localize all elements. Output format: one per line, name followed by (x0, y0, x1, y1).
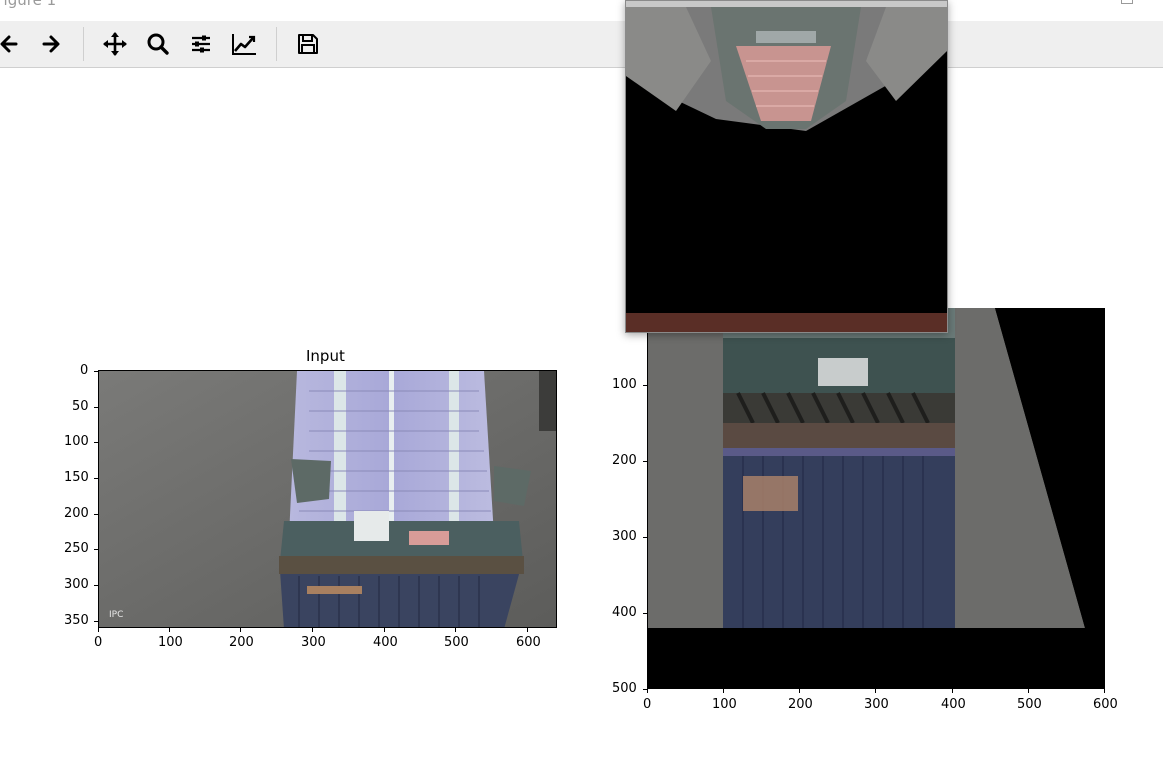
x-tick-label: 300 (301, 635, 326, 650)
y-tick-label: 250 (64, 541, 89, 556)
y-tick-label: 150 (64, 470, 89, 485)
y-tick (643, 613, 647, 614)
right-plot-image (647, 308, 1105, 689)
magnifier-icon (147, 33, 169, 55)
y-tick (94, 621, 98, 622)
zoom-button[interactable] (143, 29, 173, 59)
x-tick-label: 600 (516, 635, 541, 650)
x-tick (875, 689, 876, 693)
x-tick (169, 628, 170, 632)
x-tick (799, 689, 800, 693)
y-tick-label: 100 (64, 434, 89, 449)
y-tick-label: 200 (612, 453, 637, 468)
y-tick-label: 300 (64, 577, 89, 592)
pan-button[interactable] (100, 29, 130, 59)
line-chart-icon (232, 34, 256, 55)
x-tick (723, 689, 724, 693)
y-tick-label: 350 (64, 613, 89, 628)
y-tick (94, 478, 98, 479)
y-tick-label: 500 (612, 681, 637, 696)
y-tick (94, 407, 98, 408)
y-tick (94, 585, 98, 586)
y-tick (643, 689, 647, 690)
x-tick (455, 628, 456, 632)
maximize-button[interactable] (1121, 0, 1133, 4)
y-tick-label: 200 (64, 506, 89, 521)
left-plot-title: Input (306, 347, 345, 365)
x-tick (98, 628, 99, 632)
move-icon (103, 32, 127, 56)
x-tick-label: 300 (864, 697, 889, 712)
save-button[interactable] (293, 29, 323, 59)
left-plot-image: IPC (98, 370, 557, 628)
x-tick-label: 0 (643, 697, 652, 712)
input-photo: IPC (99, 371, 556, 627)
x-tick (240, 628, 241, 632)
preview-image (626, 1, 947, 332)
x-tick-label: 100 (712, 697, 737, 712)
forward-button[interactable] (36, 29, 66, 59)
y-tick (94, 442, 98, 443)
x-tick-label: 0 (94, 635, 103, 650)
x-tick (1104, 689, 1105, 693)
x-tick-label: 400 (941, 697, 966, 712)
y-tick (643, 461, 647, 462)
arrow-left-icon (0, 35, 18, 53)
x-tick-label: 400 (373, 635, 398, 650)
y-tick (94, 549, 98, 550)
x-tick (1028, 689, 1029, 693)
left-plot-watermark: IPC (109, 610, 123, 620)
sliders-icon (192, 35, 210, 53)
x-tick-label: 500 (1017, 697, 1042, 712)
y-tick-label: 100 (612, 377, 637, 392)
y-tick-label: 0 (80, 363, 89, 378)
arrow-right-icon (42, 35, 60, 53)
x-tick (647, 689, 648, 693)
x-tick-label: 200 (788, 697, 813, 712)
x-tick-label: 600 (1093, 697, 1118, 712)
y-tick (643, 537, 647, 538)
x-tick-label: 500 (444, 635, 469, 650)
edit-axes-button[interactable] (229, 29, 259, 59)
y-tick (94, 514, 98, 515)
toolbar-separator (276, 27, 277, 61)
back-button[interactable] (0, 29, 24, 59)
x-tick (527, 628, 528, 632)
floppy-disk-icon (298, 34, 318, 54)
x-tick-label: 100 (158, 635, 183, 650)
toolbar-separator (83, 27, 84, 61)
subplots-button[interactable] (186, 29, 216, 59)
window-title: Figure 1 (0, 0, 57, 9)
y-tick-label: 50 (72, 399, 89, 414)
y-tick-label: 300 (612, 529, 637, 544)
x-tick (952, 689, 953, 693)
y-tick (94, 371, 98, 372)
toolbar (0, 21, 1163, 68)
x-tick (312, 628, 313, 632)
window-titlebar: Figure 1 (0, 0, 1163, 21)
preview-window[interactable] (625, 0, 948, 333)
warped-photo (648, 308, 1105, 688)
y-tick (643, 385, 647, 386)
y-tick-label: 400 (612, 605, 637, 620)
x-tick (384, 628, 385, 632)
x-tick-label: 200 (229, 635, 254, 650)
